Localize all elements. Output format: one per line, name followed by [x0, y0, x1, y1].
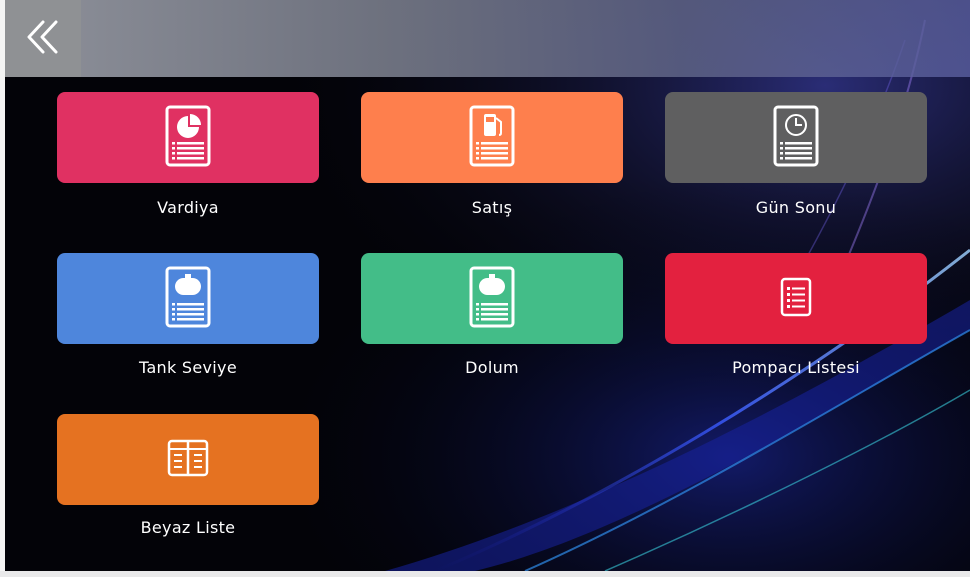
app-screen: Vardiya Satış Gün Sonu Tank Seviye Dolum… [5, 0, 970, 571]
tile-label-tank-seviye: Tank Seviye [139, 358, 237, 377]
tile-label-vardiya: Vardiya [157, 198, 219, 217]
tile-beyaz-liste[interactable] [57, 414, 319, 505]
tile-label-beyaz-liste: Beyaz Liste [140, 518, 236, 537]
report-tank-icon [164, 265, 212, 333]
screen-margin-bottom [0, 571, 970, 577]
report-pie-icon [164, 104, 212, 172]
book-icon [166, 438, 210, 482]
tile-pompaci-listesi[interactable] [665, 253, 927, 344]
tile-dolum[interactable] [361, 253, 623, 344]
list-icon [780, 277, 812, 321]
tile-vardiya[interactable] [57, 92, 319, 183]
tile-satis[interactable] [361, 92, 623, 183]
back-button[interactable] [5, 0, 81, 77]
tile-label-gun-sonu: Gün Sonu [755, 198, 837, 217]
report-tank-icon [468, 265, 516, 333]
tile-label-satis: Satış [471, 198, 513, 217]
top-bar [5, 0, 970, 77]
double-chevron-left-icon [23, 17, 63, 61]
report-clock-icon [772, 104, 820, 172]
report-fuel-pump-icon [468, 104, 516, 172]
tile-tank-seviye[interactable] [57, 253, 319, 344]
tile-label-pompaci-listesi: Pompacı Listesi [732, 358, 860, 377]
tile-gun-sonu[interactable] [665, 92, 927, 183]
tile-label-dolum: Dolum [465, 358, 519, 377]
